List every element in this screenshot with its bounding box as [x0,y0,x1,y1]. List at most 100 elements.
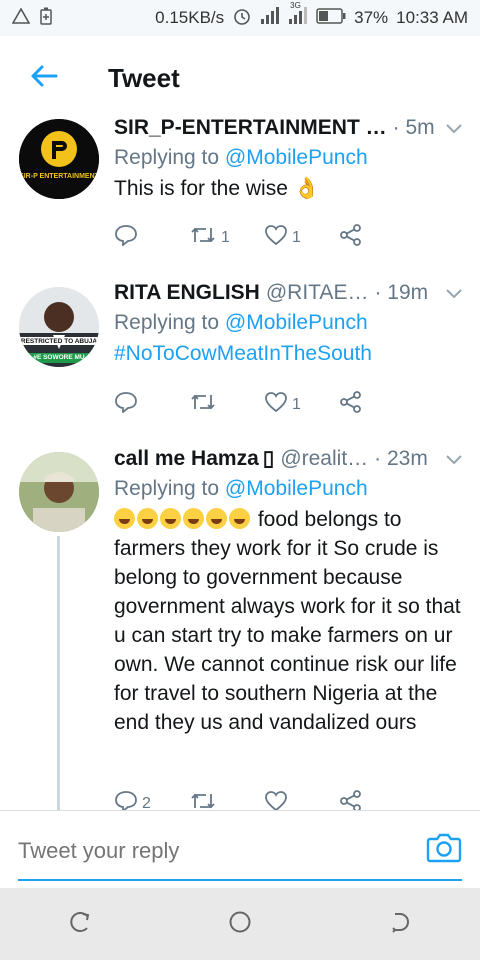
tweet-text: food belongs to farmers they work for it… [114,508,461,734]
avatar[interactable] [19,452,99,532]
laughing-face-emoji [160,508,181,529]
thread-line [57,536,60,812]
tweet-time: · 19m [374,281,429,304]
author-name-glyph: ▯ [262,447,275,470]
laughing-emoji-row [114,508,252,531]
laughing-face-emoji [183,508,204,529]
tweet-header: call me Hamza ▯ @realit… · 23m [114,446,462,471]
chevron-down-icon[interactable] [446,121,462,137]
share-button[interactable] [339,391,414,418]
author-name[interactable]: RITA ENGLISH [114,281,260,305]
like-button[interactable] [264,790,339,812]
tweet-actions: 1 1 [114,224,414,251]
replying-to: Replying to @MobilePunch [114,311,462,335]
avatar-logo-text: SIR-P ENTERTAINMENT [19,173,99,180]
tweet-content: RITA ENGLISH @RITAE… · 19m Replying to @… [114,281,462,368]
replying-to-mention[interactable]: @MobilePunch [225,146,368,169]
replying-to-prefix: Replying to [114,311,220,334]
author-handle[interactable]: @RITAE… [266,281,369,305]
avatar-banner-text: #E SOWORE MU [33,354,85,361]
back-icon [389,911,411,938]
replying-to-mention[interactable]: @MobilePunch [225,311,368,334]
clock: 10:33 AM [396,8,468,27]
recent-apps-button[interactable] [60,904,100,944]
status-bar: 0.15KB/s 3G 37% 10:33 AM [0,0,480,36]
replying-to: Replying to @MobilePunch [114,477,462,501]
tweet-header: SIR_P-ENTERTAINMENT … · 5m [114,116,462,140]
camera-button[interactable] [426,831,462,867]
like-count: 1 [292,228,301,246]
battery-percent: 37% [354,8,389,27]
tweet-text-block: food belongs to farmers they work for it… [114,505,462,737]
system-back-button[interactable] [380,904,420,944]
author-name[interactable]: SIR_P-ENTERTAINMENT … [114,116,387,140]
input-underline [18,879,462,881]
reply-list[interactable]: SIR-P ENTERTAINMENT SIR_P-ENTERTAINMENT … [0,112,480,812]
reply-button[interactable]: 2 [114,790,189,812]
reply-icon [114,391,138,418]
alarm-icon [232,6,252,31]
retweet-icon [189,224,217,251]
laughing-face-emoji [229,508,250,529]
retweet-icon [189,391,217,418]
home-icon [228,910,252,939]
reply-input[interactable] [18,831,438,871]
home-button[interactable] [220,904,260,944]
tweet-item[interactable]: RESTRICTED TO ABUJA #E SOWORE MU RITA EN… [0,267,480,435]
share-button[interactable] [339,790,414,812]
retweet-button[interactable] [189,391,264,418]
arrow-left-icon [30,64,58,93]
heart-icon [264,790,288,812]
back-button[interactable] [24,58,64,98]
laughing-face-emoji [206,508,227,529]
retweet-button[interactable] [189,790,264,812]
author-name[interactable]: call me Hamza [114,447,259,471]
signal-icon [260,6,280,30]
chevron-down-icon[interactable] [446,452,462,468]
camera-icon [426,833,462,867]
tweet-content: SIR_P-ENTERTAINMENT … · 5m Replying to @… [114,116,462,203]
author-handle[interactable]: @realit… [280,447,368,471]
heart-icon [264,391,288,418]
battery-icon [316,7,346,29]
tweet-actions: 1 [114,391,414,418]
network-type: 3G [290,0,301,10]
replying-to-prefix: Replying to [114,477,220,500]
retweet-icon [189,790,217,812]
tweet-actions: 2 [114,790,414,812]
tweet-time: · 5m [392,116,435,139]
tweet-content: call me Hamza ▯ @realit… · 23m Replying … [114,446,462,737]
reply-icon [114,224,138,251]
tweet-text: This is for the wise 👌 [114,177,320,200]
avatar[interactable]: RESTRICTED TO ABUJA #E SOWORE MU [19,287,99,367]
reply-button[interactable] [114,391,189,418]
share-icon [339,224,363,251]
tweet-time: · 23m [374,447,428,470]
avatar-banner-text: RESTRICTED TO ABUJA [20,338,98,345]
like-button[interactable]: 1 [264,224,339,251]
tweet-header: RITA ENGLISH @RITAE… · 19m [114,281,462,305]
chevron-down-icon[interactable] [446,286,462,302]
tweet-item[interactable]: SIR-P ENTERTAINMENT SIR_P-ENTERTAINMENT … [0,112,480,268]
share-icon [339,790,363,812]
like-button[interactable]: 1 [264,391,339,418]
reply-icon [114,790,138,812]
page-title: Tweet [108,62,180,93]
heart-icon [264,224,288,251]
signal-3g-icon: 3G [288,1,308,30]
replying-to-mention[interactable]: @MobilePunch [225,477,368,500]
share-icon [339,391,363,418]
replying-to: Replying to @MobilePunch [114,146,462,170]
hashtag-link[interactable]: #NoToCowMeatInTheSouth [114,339,462,368]
reply-button[interactable] [114,224,189,251]
network-speed: 0.15KB/s [155,8,225,27]
system-nav-bar [0,888,480,960]
laughing-face-emoji [114,508,135,529]
replying-to-prefix: Replying to [114,146,220,169]
tweet-item[interactable]: call me Hamza ▯ @realit… · 23m Replying … [0,434,480,812]
retweet-button[interactable]: 1 [189,224,264,251]
avatar[interactable]: SIR-P ENTERTAINMENT [19,119,99,199]
reply-composer [0,810,480,889]
like-count: 1 [292,395,301,413]
share-button[interactable] [339,224,414,251]
